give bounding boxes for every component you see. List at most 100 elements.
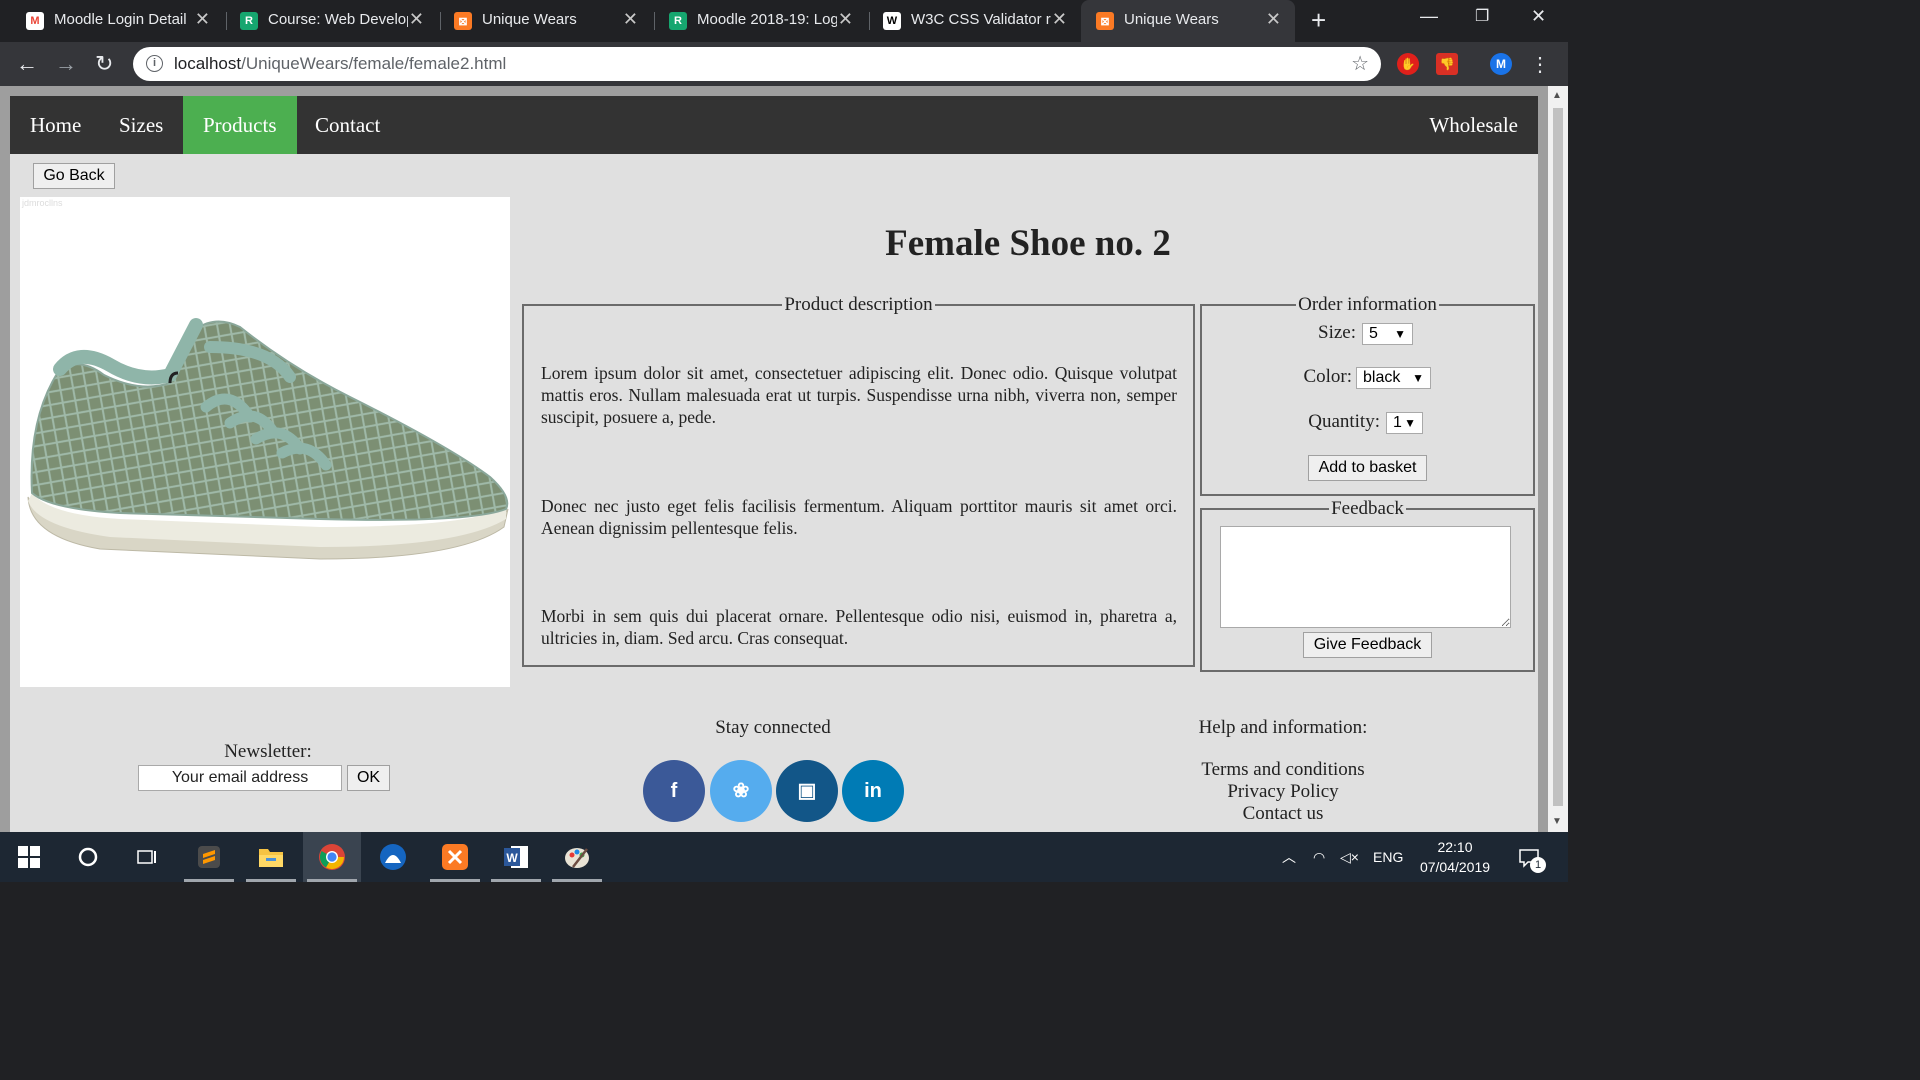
menu-kebab-icon[interactable]: ⋮ — [1530, 52, 1550, 77]
xampp-icon: ⊠ — [1096, 12, 1114, 30]
site-nav: Home Sizes Products Contact Wholesale — [10, 96, 1538, 154]
page-scrollbar[interactable]: ▲ ▼ — [1548, 86, 1568, 832]
file-explorer-icon[interactable] — [242, 832, 300, 882]
product-description-legend: Product description — [784, 294, 933, 315]
sublime-text-icon[interactable] — [180, 832, 238, 882]
browser-tab[interactable]: R Moodle 2018-19: Log ✕ — [643, 0, 867, 42]
close-tab-icon[interactable]: ✕ — [195, 9, 210, 30]
tab-title: Unique Wears — [482, 11, 577, 28]
contact-us-link[interactable]: Contact us — [1183, 803, 1383, 825]
browser-tab-strip: M Moodle Login Detail ✕ R Course: Web De… — [0, 0, 1568, 42]
browser-tab[interactable]: ⊠ Unique Wears ✕ — [428, 0, 652, 42]
scrollbar-thumb[interactable] — [1553, 108, 1563, 806]
app-blue-icon[interactable] — [364, 832, 422, 882]
image-watermark: jdmrocllns — [22, 198, 63, 208]
close-tab-icon[interactable]: ✕ — [409, 9, 424, 30]
cortana-search-icon[interactable] — [59, 832, 117, 882]
paint-icon[interactable] — [548, 832, 606, 882]
product-title: Female Shoe no. 2 — [885, 223, 1171, 264]
address-bar[interactable]: i localhost/UniqueWears/female/female2.h… — [133, 47, 1381, 81]
notification-center-icon[interactable]: 1 — [1518, 832, 1546, 882]
page-viewport: Home Sizes Products Contact Wholesale Go… — [0, 86, 1548, 832]
color-select[interactable]: black ▼ — [1356, 367, 1431, 389]
windows-taskbar: W ︿ ◠ ◁× ENG 22:10 07/04/2019 1 — [0, 832, 1568, 882]
restore-icon[interactable]: ❐ — [1475, 6, 1489, 26]
scroll-up-icon[interactable]: ▲ — [1552, 90, 1562, 101]
nav-products[interactable]: Products — [183, 96, 297, 154]
newsletter-ok-button[interactable]: OK — [347, 765, 390, 791]
minimize-icon[interactable]: — — [1420, 6, 1438, 27]
dropdown-arrow-icon: ▼ — [1394, 327, 1406, 341]
stay-connected-heading: Stay connected — [715, 717, 831, 738]
browser-toolbar: ← → ↻ i localhost/UniqueWears/female/fem… — [0, 42, 1568, 86]
twitter-icon[interactable]: ❀ — [710, 760, 772, 822]
tab-title: Unique Wears — [1124, 11, 1219, 28]
tray-chevron-icon[interactable]: ︿ — [1282, 832, 1296, 882]
dislike-extension-icon[interactable]: 👎 — [1436, 53, 1458, 75]
privacy-policy-link[interactable]: Privacy Policy — [1183, 781, 1383, 803]
scroll-down-icon[interactable]: ▼ — [1552, 816, 1562, 827]
product-image: jdmrocllns — [20, 197, 510, 687]
linkedin-icon[interactable]: in — [842, 760, 904, 822]
windows-start-icon[interactable] — [0, 832, 58, 882]
size-label: Size: — [1318, 322, 1356, 343]
shoe-image — [27, 318, 509, 560]
go-back-button[interactable]: Go Back — [33, 163, 115, 189]
tab-title: Moodle 2018-19: Log — [697, 11, 837, 28]
notification-count-badge: 1 — [1530, 857, 1546, 873]
browser-tab[interactable]: M Moodle Login Detail ✕ — [0, 0, 224, 42]
product-description-box: Product description Lorem ipsum dolor si… — [522, 294, 1195, 667]
feedback-legend: Feedback — [1331, 498, 1404, 519]
newsletter-email-input[interactable]: Your email address — [138, 765, 342, 791]
word-icon[interactable]: W — [487, 832, 545, 882]
new-tab-icon[interactable]: + — [1311, 5, 1326, 36]
quantity-select[interactable]: 1 ▼ — [1386, 412, 1423, 434]
browser-tab[interactable]: R Course: Web Develop ✕ — [214, 0, 438, 42]
adblock-extension-icon[interactable]: ✋ — [1397, 53, 1419, 75]
nav-sizes[interactable]: Sizes — [99, 96, 183, 154]
dropdown-arrow-icon: ▼ — [1404, 416, 1416, 430]
browser-tab[interactable]: W W3C CSS Validator re ✕ — [857, 0, 1081, 42]
tab-title: Moodle Login Detail — [54, 11, 187, 28]
chrome-icon[interactable] — [303, 832, 361, 882]
nav-home[interactable]: Home — [10, 96, 101, 154]
moodle-r-icon: R — [669, 12, 687, 30]
task-view-icon[interactable] — [118, 832, 176, 882]
facebook-icon[interactable]: f — [643, 760, 705, 822]
forward-arrow-icon[interactable]: → — [55, 51, 77, 77]
info-icon[interactable]: i — [146, 55, 163, 72]
feedback-textarea[interactable] — [1220, 526, 1511, 628]
help-heading: Help and information: — [1198, 717, 1368, 738]
bookmark-star-icon[interactable]: ☆ — [1351, 51, 1369, 76]
newsletter-label: Newsletter: — [224, 741, 312, 762]
back-arrow-icon[interactable]: ← — [16, 51, 38, 77]
system-clock[interactable]: 22:10 07/04/2019 — [1412, 837, 1498, 877]
close-tab-icon[interactable]: ✕ — [1052, 9, 1067, 30]
volume-muted-icon[interactable]: ◁× — [1340, 832, 1359, 882]
svg-text:W: W — [506, 851, 518, 865]
clock-date: 07/04/2019 — [1419, 859, 1491, 875]
xampp-icon[interactable] — [426, 832, 484, 882]
nav-contact[interactable]: Contact — [295, 96, 400, 154]
language-indicator[interactable]: ENG — [1373, 832, 1403, 882]
close-tab-icon[interactable]: ✕ — [1266, 9, 1281, 30]
url-text[interactable]: localhost/UniqueWears/female/female2.htm… — [174, 54, 506, 74]
w3c-icon: W — [883, 12, 901, 30]
reload-icon[interactable]: ↻ — [95, 51, 113, 77]
profile-avatar[interactable]: M — [1490, 53, 1512, 75]
browser-tab-active[interactable]: ⊠ Unique Wears ✕ — [1081, 0, 1295, 42]
nav-wholesale[interactable]: Wholesale — [1409, 96, 1538, 154]
instagram-icon[interactable]: ▣ — [776, 760, 838, 822]
size-select[interactable]: 5 ▼ — [1362, 323, 1413, 345]
close-tab-icon[interactable]: ✕ — [623, 9, 638, 30]
wifi-icon[interactable]: ◠ — [1313, 832, 1325, 882]
color-label: Color: — [1303, 366, 1352, 387]
page-body: Home Sizes Products Contact Wholesale Go… — [10, 96, 1538, 832]
description-paragraph: Morbi in sem quis dui placerat ornare. P… — [541, 606, 1177, 648]
give-feedback-button[interactable]: Give Feedback — [1303, 632, 1432, 658]
close-tab-icon[interactable]: ✕ — [838, 9, 853, 30]
add-to-basket-button[interactable]: Add to basket — [1308, 455, 1427, 481]
quantity-label: Quantity: — [1308, 411, 1380, 432]
terms-link[interactable]: Terms and conditions — [1183, 759, 1383, 781]
close-window-icon[interactable]: ✕ — [1531, 6, 1546, 27]
